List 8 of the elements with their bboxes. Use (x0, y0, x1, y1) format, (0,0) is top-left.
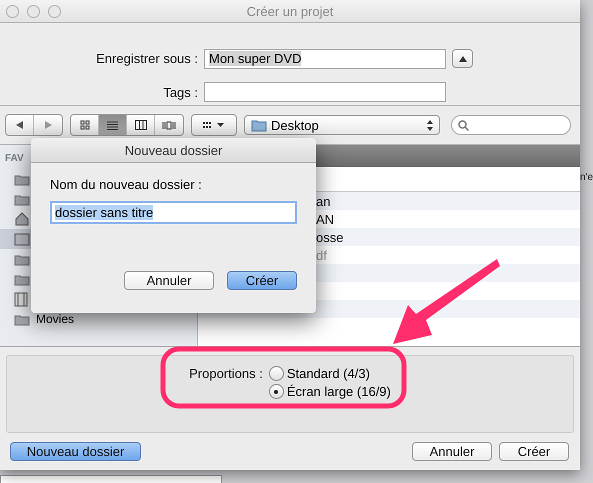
sheet-title: Nouveau dossier (31, 138, 316, 163)
proportions-label: Proportions : (189, 366, 263, 383)
window-title: Créer un projet (246, 4, 334, 18)
folder-name-label: Nom du nouveau dossier : (50, 177, 203, 192)
sidebar-header: FAV (4, 153, 25, 166)
field-label: Enregistrer sous : (95, 51, 198, 66)
background-text: n'e (580, 172, 593, 183)
field-label: Tags : (162, 84, 198, 100)
